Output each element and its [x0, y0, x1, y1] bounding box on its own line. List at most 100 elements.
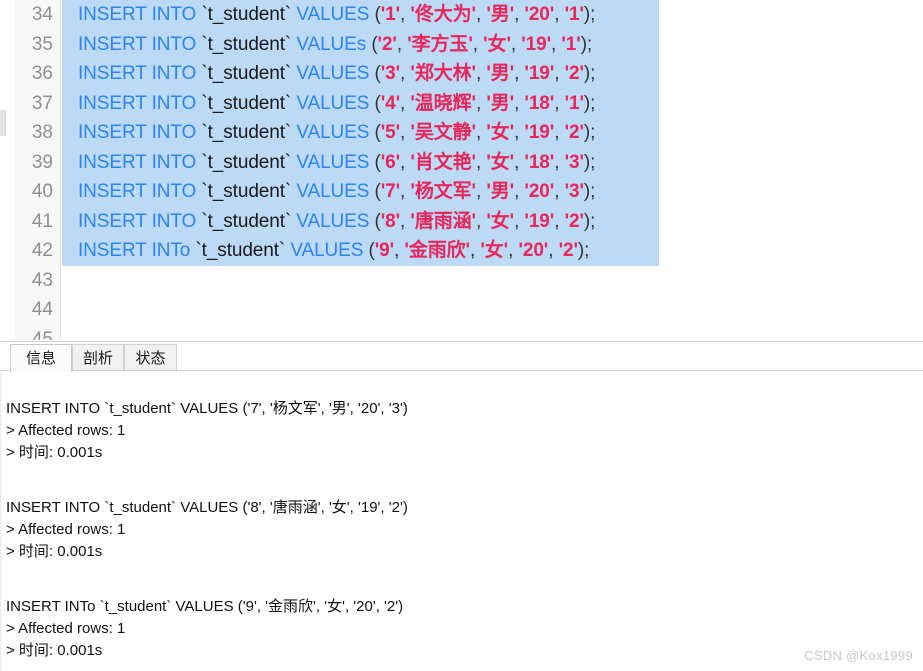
sql-keyword: INSERT INTO — [78, 63, 197, 84]
sql-string-literal: '温晓辉' — [410, 92, 476, 114]
sql-string-literal: '2' — [564, 122, 584, 143]
sql-string-literal: '8' — [380, 210, 401, 232]
sql-punctuation: , — [400, 92, 411, 114]
sql-punctuation: , — [514, 92, 525, 114]
code-line[interactable]: INSERT INTO `t_student` VALUES ('7', '杨文… — [62, 177, 659, 207]
code-line[interactable]: INSERT INTO `t_student` VALUES ('8', '唐雨… — [62, 206, 659, 236]
sql-table-identifier: `t_student` — [201, 151, 292, 173]
code-line[interactable]: INSERT INTO `t_student` VALUEs ('2', '李方… — [62, 29, 659, 59]
sql-keyword: VALUES — [296, 181, 370, 202]
code-line[interactable] — [62, 325, 923, 341]
sql-string-literal: '吴文静' — [410, 122, 476, 143]
sql-keyword: VALUES — [296, 4, 370, 25]
output-log-text: INSERT INTO `t_student` VALUES ('7', '杨文… — [6, 398, 923, 662]
output-query-line: INSERT INTo `t_student` VALUES ('9', '金雨… — [6, 598, 404, 615]
line-number: 35 — [31, 33, 53, 55]
sql-keyword: VALUES — [296, 210, 370, 232]
sql-punctuation: , — [554, 210, 565, 232]
code-line[interactable]: INSERT INTO `t_student` VALUES ('1', '佟大… — [62, 0, 659, 30]
sql-punctuation: , — [400, 122, 411, 143]
output-execution-time-line: > 时间: 0.001s — [6, 642, 103, 659]
sql-punctuation: , — [554, 181, 565, 202]
tab-profile[interactable]: 剖析 — [72, 344, 124, 372]
sql-punctuation: , — [551, 33, 562, 55]
code-line[interactable]: INSERT INTO `t_student` VALUES ('6', '肖文… — [62, 147, 659, 177]
sql-string-literal: '女' — [486, 122, 515, 143]
sql-punctuation: , — [396, 33, 408, 55]
sql-punctuation: ); — [583, 4, 596, 25]
sql-punctuation: , — [475, 181, 487, 202]
sql-string-literal: '2' — [564, 210, 584, 232]
sql-string-literal: '金雨欣' — [404, 240, 470, 261]
sql-string-literal: '6' — [380, 151, 401, 173]
editor-collapse-handle[interactable] — [0, 110, 6, 136]
sql-punctuation: , — [554, 92, 565, 114]
sql-punctuation: , — [554, 151, 565, 173]
code-line[interactable]: INSERT INTO `t_student` VALUES ('3', '郑大… — [62, 59, 659, 89]
sql-string-literal: '女' — [486, 210, 515, 232]
code-line[interactable] — [62, 266, 923, 296]
sql-string-literal: '19' — [521, 33, 552, 55]
sql-string-literal: '2' — [564, 63, 584, 84]
output-affected-rows-line: > Affected rows: 1 — [6, 422, 126, 439]
sql-keyword: INSERT INTO — [78, 4, 197, 25]
sql-string-literal: '女' — [480, 240, 509, 261]
sql-punctuation: , — [554, 122, 565, 143]
sql-table-identifier: `t_student` — [195, 240, 286, 261]
line-number: 38 — [31, 122, 53, 143]
line-number: 42 — [31, 240, 53, 261]
code-line[interactable]: INSERT INTO `t_student` VALUES ('5', '吴文… — [62, 118, 659, 148]
sql-table-identifier: `t_student` — [201, 92, 292, 114]
sql-keyword: INSERT INTO — [78, 210, 197, 232]
sql-punctuation: , — [400, 181, 411, 202]
sql-string-literal: '女' — [486, 151, 515, 173]
sql-string-literal: '1' — [564, 92, 584, 114]
sql-table-identifier: `t_student` — [201, 4, 292, 25]
sql-keyword: INSERT INTo — [78, 240, 191, 261]
sql-keyword: INSERT INTO — [78, 151, 197, 173]
sql-keyword: INSERT INTO — [78, 33, 197, 55]
code-text-area[interactable]: INSERT INTO `t_student` VALUES ('1', '佟大… — [62, 0, 923, 340]
sql-punctuation: , — [472, 33, 484, 55]
sql-editor-pane[interactable]: 34 35 36 37 38 39 40 41 42 43 44 45 INSERT INTO `t_… — [0, 0, 923, 340]
line-number: 41 — [31, 210, 53, 232]
code-line[interactable]: INSERT INTo `t_student` VALUES ('9', '金雨… — [62, 236, 659, 266]
message-output-pane[interactable]: INSERT INTO `t_student` VALUES ('7', '杨文… — [0, 371, 923, 671]
tab-info[interactable]: 信息 — [10, 344, 72, 372]
sql-keyword: VALUES — [296, 63, 370, 84]
output-block: INSERT INTO `t_student` VALUES ('7', '杨文… — [6, 398, 923, 464]
sql-string-literal: '19' — [524, 210, 555, 232]
sql-string-literal: '男' — [486, 63, 515, 84]
sql-punctuation: , — [400, 63, 411, 84]
sql-punctuation: ); — [580, 33, 593, 55]
sql-punctuation: , — [475, 151, 487, 173]
code-line[interactable] — [62, 295, 923, 325]
sql-table-identifier: `t_student` — [201, 33, 292, 55]
tab-status[interactable]: 状态 — [124, 344, 177, 372]
output-block: INSERT INTO `t_student` VALUES ('8', '唐雨… — [6, 497, 923, 563]
code-line[interactable]: INSERT INTO `t_student` VALUES ('4', '温晓… — [62, 88, 659, 118]
sql-punctuation: , — [394, 240, 405, 261]
sql-keyword: VALUES — [296, 92, 370, 114]
line-number: 37 — [31, 92, 53, 114]
sql-string-literal: '佟大为' — [410, 4, 476, 25]
sql-string-literal: '肖文艳' — [410, 151, 476, 173]
output-execution-time-line: > 时间: 0.001s — [6, 543, 103, 560]
sql-string-literal: '女' — [483, 33, 511, 55]
output-query-line: INSERT INTO `t_student` VALUES ('7', '杨文… — [6, 400, 408, 417]
output-affected-rows-line: > Affected rows: 1 — [6, 620, 126, 637]
line-number: 36 — [31, 63, 53, 84]
sql-punctuation: ); — [583, 181, 596, 202]
sql-string-literal: '20' — [518, 240, 549, 261]
sql-string-literal: '3' — [564, 151, 584, 173]
result-tab-bar[interactable]: 信息 剖析 状态 — [0, 341, 923, 372]
line-number: 39 — [31, 151, 53, 173]
sql-table-identifier: `t_student` — [201, 63, 292, 84]
sql-string-literal: '19' — [524, 122, 555, 143]
sql-string-literal: '李方玉' — [407, 33, 473, 55]
sql-keyword: VALUEs — [296, 33, 367, 55]
sql-punctuation: , — [475, 4, 487, 25]
output-left-border — [0, 371, 1, 671]
sql-table-identifier: `t_student` — [201, 210, 292, 232]
sql-punctuation: , — [475, 63, 487, 84]
